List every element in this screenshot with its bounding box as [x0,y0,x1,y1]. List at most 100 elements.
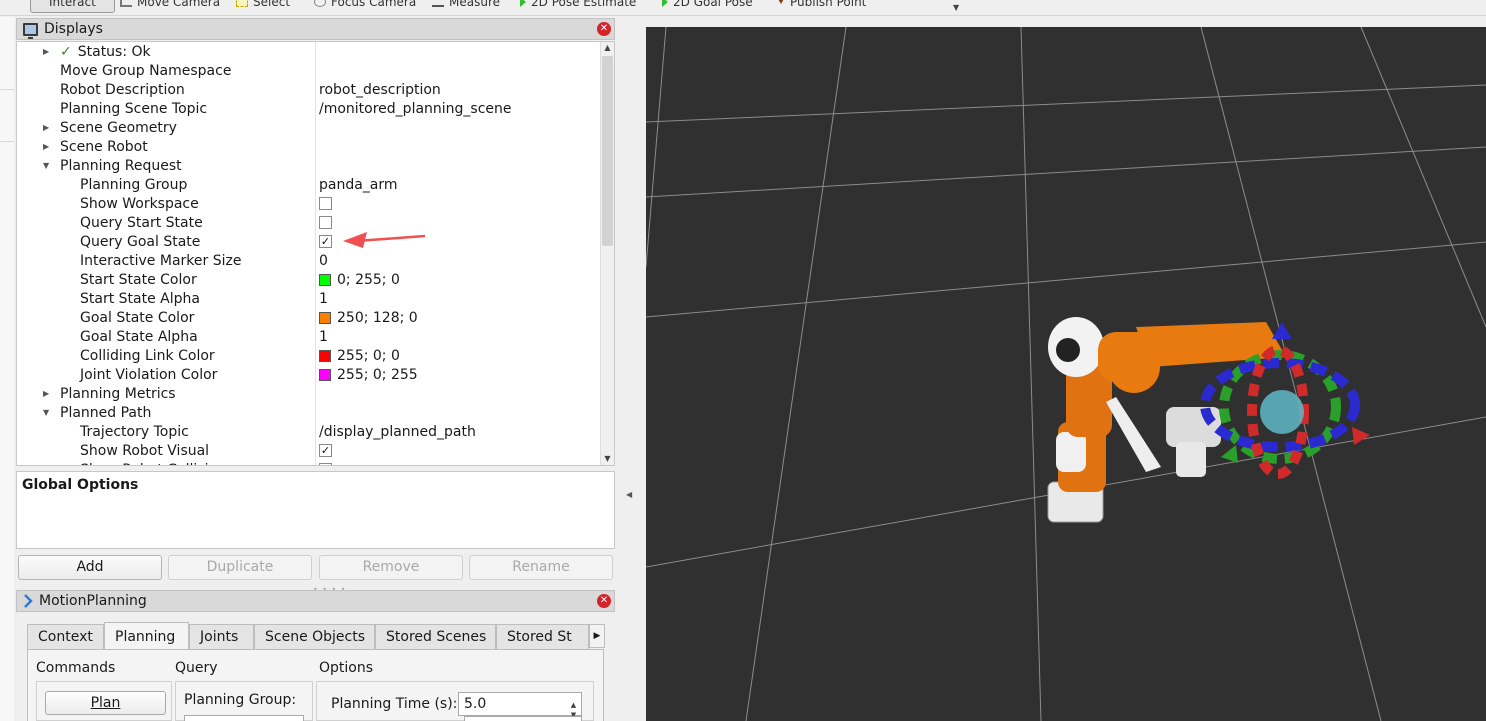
tree-row[interactable]: Start State Alpha 1 [17,289,601,308]
color-swatch[interactable] [319,311,331,324]
tree-row[interactable]: ▶ ✓ Status: Ok [17,42,601,61]
query-label: Query [175,660,218,676]
tree-row[interactable]: Start State Color 0; 255; 0 [17,270,601,289]
tree-row[interactable]: ▶ Scene Robot [17,137,601,156]
tree-row-value[interactable]: /display_planned_path [319,424,476,440]
select-icon [236,0,248,7]
tree-row-value[interactable]: robot_description [319,82,441,98]
tree-row[interactable]: Show Robot Collisi [17,460,601,465]
tree-row-value[interactable]: 255; 0; 255 [319,367,418,383]
color-swatch[interactable] [319,349,331,362]
tree-scrollbar[interactable]: ▲ ▼ [600,42,614,465]
tool-2d-pose-estimate[interactable]: 2D Pose Estimate [520,0,636,13]
tool-interact[interactable]: Interact [30,0,115,13]
expand-down-icon[interactable]: ▼ [43,161,53,170]
expand-down-icon[interactable]: ▼ [43,408,53,417]
tree-row-name: Start State Color [80,271,197,288]
planning-attempts-spinbox[interactable] [464,716,582,721]
tree-row[interactable]: Trajectory Topic/display_planned_path [17,422,601,441]
tree-row-value[interactable]: ✓ [319,444,332,457]
tree-row[interactable]: Joint Violation Color 255; 0; 255 [17,365,601,384]
tree-row[interactable]: Colliding Link Color 255; 0; 0 [17,346,601,365]
remove-button[interactable]: Remove [319,555,463,580]
tree-row-value[interactable] [319,197,332,210]
toolbar-overflow-icon[interactable]: ▼ [953,3,959,12]
displays-tree: ▶ ✓ Status: Ok Move Group Namespace Robot De… [16,41,615,466]
expand-right-icon[interactable]: ▶ [43,142,53,151]
tree-row[interactable]: Query Start State [17,213,601,232]
tree-row[interactable]: Move Group Namespace [17,61,601,80]
tree-row[interactable]: Planning Scene Topic/monitored_planning_… [17,99,601,118]
tree-row-value[interactable] [319,216,332,229]
scroll-down-icon[interactable]: ▼ [601,453,614,465]
close-icon[interactable]: ✕ [597,594,611,608]
checkbox[interactable] [319,197,332,210]
expand-right-icon[interactable]: ▶ [43,123,53,132]
tab-stored-states[interactable]: Stored St [496,624,589,650]
tree-row-value[interactable]: ✓ [319,235,332,248]
tree-row-value[interactable]: panda_arm [319,177,398,193]
3d-viewport[interactable] [646,27,1486,721]
checkbox[interactable] [319,463,332,465]
tool-publish-point[interactable]: Publish Point [777,0,866,13]
tree-row[interactable]: Show Robot Visual ✓ [17,441,601,460]
planning-group-select[interactable] [184,715,304,721]
tree-row-name: Planning Metrics [60,385,176,402]
tab-joints[interactable]: Joints [189,624,254,650]
tree-row-value[interactable]: 250; 128; 0 [319,310,418,326]
tree-row[interactable]: ▶ Scene Geometry [17,118,601,137]
tab-context[interactable]: Context [27,624,104,650]
tree-row[interactable]: Goal State Alpha 1 [17,327,601,346]
tree-row[interactable]: Show Workspace [17,194,601,213]
scroll-up-icon[interactable]: ▲ [601,42,614,54]
rename-button[interactable]: Rename [469,555,613,580]
color-swatch[interactable] [319,273,331,286]
tool-move-camera[interactable]: Move Camera [120,0,220,13]
tree-row[interactable]: Goal State Color 250; 128; 0 [17,308,601,327]
tree-row[interactable]: Planning Group panda_arm [17,175,601,194]
close-icon[interactable]: ✕ [597,22,611,36]
tree-row-value[interactable]: 0; 255; 0 [319,272,400,288]
tree-row-name: Interactive Marker Size [80,252,242,269]
checkbox[interactable] [319,216,332,229]
expand-right-icon[interactable]: ▶ [43,389,53,398]
tree-row-value[interactable]: 255; 0; 0 [319,348,400,364]
focus-camera-icon [314,0,326,7]
tree-row-name: ✓ Status: Ok [60,43,151,60]
color-swatch[interactable] [319,368,331,381]
tree-row[interactable]: ▼ Planning Request [17,156,601,175]
planning-time-spinbox[interactable]: 5.0 ▲ ▼ [458,692,582,719]
tab-planning[interactable]: Planning [104,622,189,649]
tree-row[interactable]: ▶ Planning Metrics [17,384,601,403]
checkbox[interactable]: ✓ [319,444,332,457]
tree-row-value[interactable]: 1 [319,291,328,307]
expand-right-icon[interactable]: ▶ [43,47,53,56]
tool-2d-goal-pose[interactable]: 2D Goal Pose [662,0,753,13]
tree-row-value[interactable] [319,463,332,465]
motion-planning-tabs: Context Planning Joints Scene Objects St… [27,622,607,650]
duplicate-button[interactable]: Duplicate [168,555,312,580]
plan-button[interactable]: Plan [45,691,166,715]
tree-row-value[interactable]: /monitored_planning_scene [319,101,512,117]
global-options-box[interactable]: Global Options [16,471,615,549]
tab-scene-objects[interactable]: Scene Objects [254,624,375,650]
tree-row[interactable]: ▼ Planned Path [17,403,601,422]
scrollbar-thumb[interactable] [602,56,613,246]
tree-row[interactable]: Interactive Marker Size 0 [17,251,601,270]
tree-row[interactable]: Query Goal State ✓ [17,232,601,251]
tree-row-name: Colliding Link Color [80,347,215,364]
tree-row-value[interactable]: 1 [319,329,328,345]
tab-stored-scenes[interactable]: Stored Scenes [375,624,496,650]
tree-row-name: Scene Robot [60,138,148,155]
tool-measure[interactable]: Measure [432,0,500,13]
monitor-icon [23,22,38,39]
tree-row[interactable]: Robot Description robot_description [17,80,601,99]
tree-row-name: Planning Request [60,157,182,174]
tab-scroll-right-icon[interactable]: ▶ [589,624,605,648]
tool-focus-camera[interactable]: Focus Camera [314,0,416,13]
add-button[interactable]: Add [18,555,162,580]
tool-select[interactable]: Select [236,0,290,13]
tree-row-value[interactable]: 0 [319,253,328,269]
collapse-panel-icon[interactable]: ◀ [626,490,632,499]
checkbox[interactable]: ✓ [319,235,332,248]
